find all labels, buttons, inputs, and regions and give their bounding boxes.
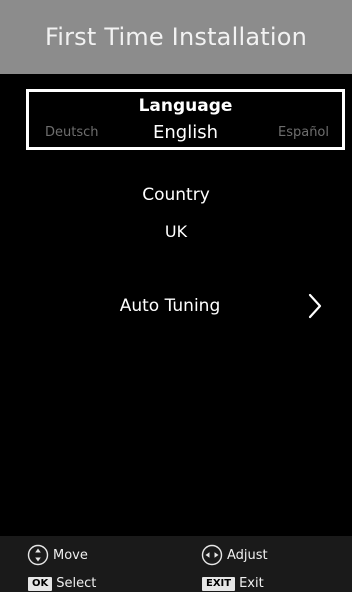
select-label: Select (56, 576, 97, 591)
ok-key-icon: OK (28, 576, 53, 591)
adjust-hint: Adjust (201, 544, 268, 566)
chevron-right-icon[interactable] (307, 293, 323, 319)
language-selector[interactable]: Language Deutsch English Español (26, 89, 345, 150)
help-bar: Move Adjust OK Select EXIT Exit (0, 536, 352, 592)
exit-hint: EXIT Exit (202, 576, 264, 591)
adjust-label: Adjust (227, 547, 268, 563)
settings-panel: Language Deutsch English Español Country… (0, 74, 352, 536)
move-label: Move (53, 547, 88, 563)
country-value[interactable]: UK (0, 222, 352, 241)
auto-tuning-item[interactable]: Auto Tuning (20, 284, 340, 328)
exit-label: Exit (239, 576, 264, 591)
title-bar: First Time Installation (0, 0, 352, 74)
move-hint: Move (27, 544, 88, 566)
language-option-next[interactable]: Español (278, 125, 329, 140)
auto-tuning-label: Auto Tuning (119, 296, 221, 316)
select-hint: OK Select (28, 576, 96, 591)
exit-key-icon: EXIT (202, 576, 236, 591)
language-label: Language (138, 96, 233, 116)
country-label: Country (142, 185, 210, 205)
page-title: First Time Installation (44, 23, 308, 51)
left-right-navigation-icon (201, 544, 223, 566)
up-down-navigation-icon (27, 544, 49, 566)
